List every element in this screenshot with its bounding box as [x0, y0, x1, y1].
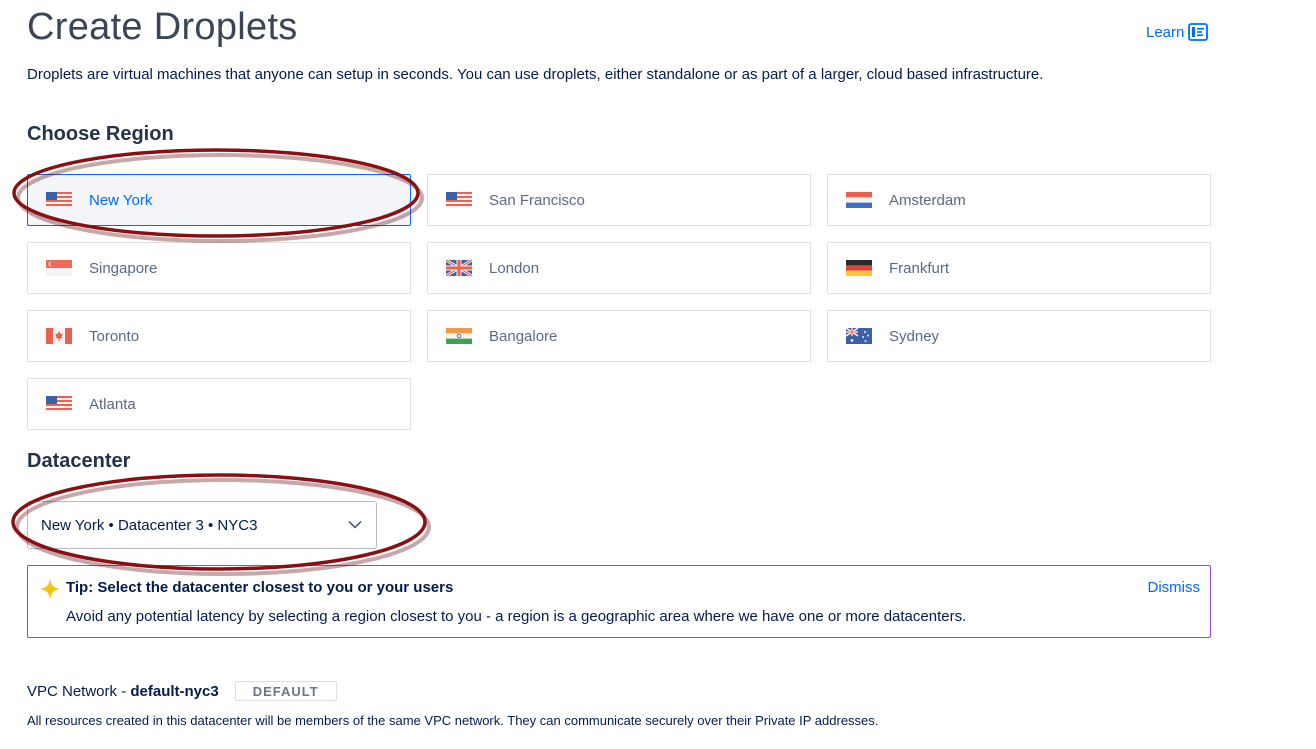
vpc-network-line: VPC Network - default-nyc3 DEFAULT	[27, 680, 337, 702]
region-label: Singapore	[89, 259, 158, 277]
tip-body: Avoid any potential latency by selecting…	[66, 608, 967, 625]
region-label: Bangalore	[489, 327, 558, 345]
region-label: New York	[89, 191, 153, 209]
region-card-frankfurt[interactable]: Frankfurt	[827, 242, 1211, 294]
chevron-down-icon	[348, 521, 362, 529]
dismiss-button[interactable]: Dismiss	[1148, 579, 1201, 596]
datacenter-select[interactable]: New York • Datacenter 3 • NYC3	[27, 501, 377, 549]
intro-text: Droplets are virtual machines that anyon…	[27, 66, 1044, 83]
us-flag-icon	[46, 396, 72, 412]
region-label: London	[489, 259, 540, 277]
region-grid: New York San Francisco Amsterdam Singapo…	[27, 174, 1211, 430]
tip-box: Tip: Select the datacenter closest to yo…	[27, 565, 1211, 638]
region-label: Atlanta	[89, 395, 136, 413]
vpc-name: default-nyc3	[130, 682, 219, 700]
default-badge: DEFAULT	[234, 681, 337, 701]
region-label: San Francisco	[489, 191, 585, 209]
sg-flag-icon	[46, 260, 72, 276]
learn-link[interactable]: Learn	[1146, 22, 1209, 42]
vpc-note: All resources created in this datacenter…	[27, 713, 879, 728]
region-card-toronto[interactable]: Toronto	[27, 310, 411, 362]
vpc-prefix: VPC Network -	[27, 682, 131, 700]
datacenter-heading: Datacenter	[27, 450, 131, 472]
region-card-sydney[interactable]: Sydney	[827, 310, 1211, 362]
ca-flag-icon	[46, 328, 72, 344]
datacenter-select-value: New York • Datacenter 3 • NYC3	[41, 516, 258, 534]
region-card-singapore[interactable]: Singapore	[27, 242, 411, 294]
region-card-amsterdam[interactable]: Amsterdam	[827, 174, 1211, 226]
tip-title: Tip: Select the datacenter closest to yo…	[66, 579, 454, 596]
book-icon	[1188, 23, 1209, 41]
us-flag-icon	[46, 192, 72, 208]
region-label: Sydney	[889, 327, 940, 345]
region-label: Frankfurt	[889, 259, 950, 277]
region-card-new-york[interactable]: New York	[27, 174, 411, 226]
region-card-london[interactable]: London	[427, 242, 811, 294]
uk-flag-icon	[446, 260, 472, 276]
de-flag-icon	[846, 260, 872, 276]
region-card-san-francisco[interactable]: San Francisco	[427, 174, 811, 226]
region-label: Toronto	[89, 327, 140, 345]
us-flag-icon	[446, 192, 472, 208]
nl-flag-icon	[846, 192, 872, 208]
in-flag-icon	[446, 328, 472, 344]
choose-region-heading: Choose Region	[27, 123, 174, 145]
learn-label: Learn	[1146, 23, 1185, 41]
au-flag-icon	[846, 328, 872, 344]
region-card-bangalore[interactable]: Bangalore	[427, 310, 811, 362]
region-card-atlanta[interactable]: Atlanta	[27, 378, 411, 430]
sparkle-icon	[40, 578, 60, 600]
page-title: Create Droplets	[27, 6, 298, 48]
region-label: Amsterdam	[889, 191, 966, 209]
